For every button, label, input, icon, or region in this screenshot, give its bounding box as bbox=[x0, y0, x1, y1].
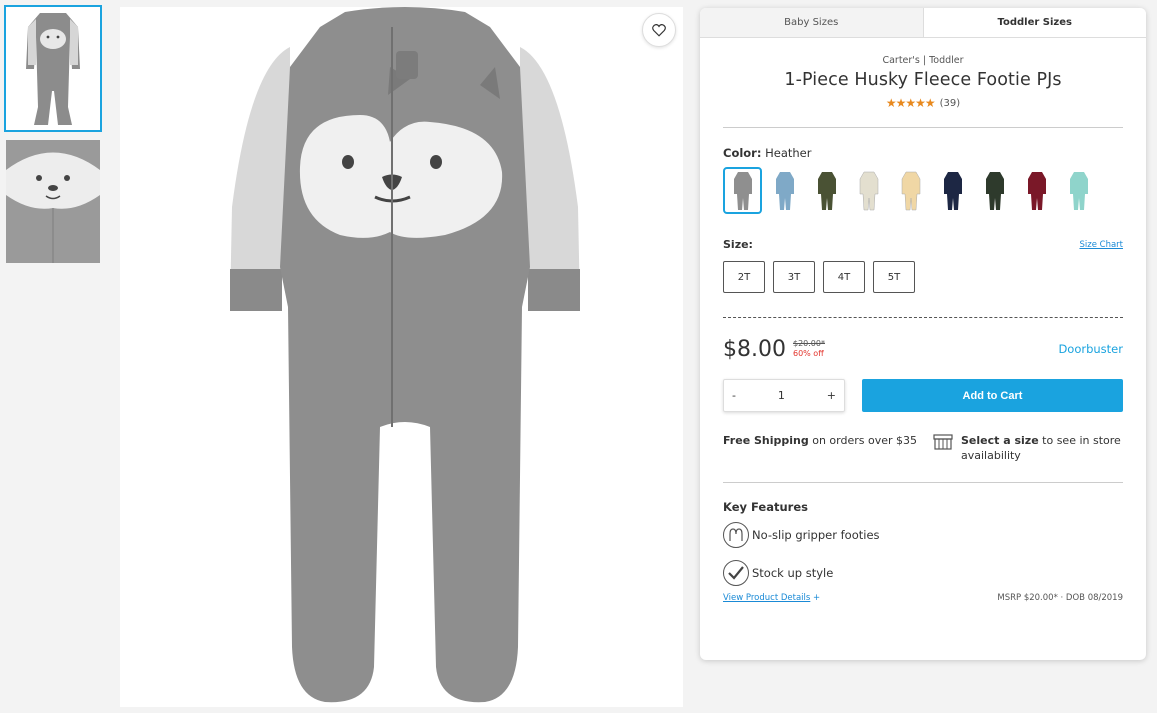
swatch-pj-icon bbox=[1027, 171, 1046, 210]
swatch-pj-icon bbox=[859, 171, 878, 210]
thumbnail-closeup[interactable] bbox=[6, 140, 100, 263]
discount-percent: 60% off bbox=[792, 349, 824, 358]
quantity-increase-button[interactable]: + bbox=[827, 389, 836, 402]
husky-footie-pj-image bbox=[230, 7, 580, 703]
panel-footer: View Product Details + MSRP $20.00* · DO… bbox=[723, 593, 1123, 603]
size-header: Size: Size Chart bbox=[723, 238, 1123, 251]
main-product-image bbox=[120, 7, 683, 707]
product-panel: Baby Sizes Toddler Sizes Carter's | Todd… bbox=[700, 8, 1146, 660]
feature-gripper-footies: No-slip gripper footies bbox=[723, 522, 1123, 548]
view-product-details-link[interactable]: View Product Details + bbox=[723, 593, 820, 603]
quantity-decrease-button[interactable]: - bbox=[732, 389, 736, 402]
swatch-navy[interactable] bbox=[933, 167, 972, 214]
add-to-cart-button[interactable]: Add to Cart bbox=[862, 379, 1123, 412]
review-count: (39) bbox=[939, 97, 961, 109]
swatch-mint[interactable] bbox=[1059, 167, 1098, 214]
quantity-stepper: - 1 + bbox=[723, 379, 845, 412]
free-shipping-info: Free Shipping on orders over $35 bbox=[723, 433, 923, 463]
original-price: $20.00* bbox=[792, 339, 825, 348]
store-label: Select a size bbox=[961, 434, 1039, 447]
footprint-icon bbox=[723, 522, 749, 548]
product-brand: Carter's | Toddler bbox=[882, 55, 964, 66]
feature-label: No-slip gripper footies bbox=[752, 528, 880, 542]
product-title: 1-Piece Husky Fleece Footie PJs bbox=[784, 70, 1062, 90]
color-label: Color: Heather bbox=[723, 146, 812, 160]
free-shipping-label: Free Shipping bbox=[723, 434, 809, 447]
size-option-4t[interactable]: 4T bbox=[823, 261, 865, 293]
favorite-button[interactable] bbox=[642, 13, 676, 47]
original-price-block: $20.00* 60% off bbox=[793, 339, 825, 359]
swatch-heather[interactable] bbox=[723, 167, 762, 214]
swatch-burgundy[interactable] bbox=[1017, 167, 1056, 214]
tab-toddler-sizes[interactable]: Toddler Sizes bbox=[922, 8, 1146, 37]
feature-stock-up: Stock up style bbox=[723, 560, 1123, 586]
size-option-2t[interactable]: 2T bbox=[723, 261, 765, 293]
current-price: $8.00 bbox=[723, 336, 786, 362]
size-label: Size: bbox=[723, 238, 753, 251]
msrp-info: MSRP $20.00* · DOB 08/2019 bbox=[997, 593, 1123, 603]
divider bbox=[723, 482, 1123, 483]
checkmark-icon bbox=[723, 560, 749, 586]
tab-baby-sizes[interactable]: Baby Sizes bbox=[700, 8, 923, 37]
swatch-pj-icon bbox=[775, 171, 794, 210]
swatch-camo[interactable] bbox=[807, 167, 846, 214]
cart-row: - 1 + Add to Cart bbox=[723, 379, 1123, 412]
doorbuster-badge: Doorbuster bbox=[1058, 342, 1123, 356]
swatch-blue[interactable] bbox=[765, 167, 804, 214]
store-icon bbox=[933, 434, 953, 450]
thumbnail-full-view[interactable] bbox=[4, 5, 102, 132]
swatch-pj-icon bbox=[817, 171, 836, 210]
plus-icon: + bbox=[813, 593, 821, 603]
price-row: $8.00 $20.00* 60% off Doorbuster bbox=[723, 334, 1123, 364]
thumbnail-list bbox=[4, 5, 104, 273]
pj-thumbnail-image bbox=[6, 7, 100, 130]
swatch-pj-icon bbox=[733, 171, 752, 210]
store-availability[interactable]: Select a size to see in store availabili… bbox=[933, 433, 1123, 463]
swatch-pj-icon bbox=[943, 171, 962, 210]
swatch-multi[interactable] bbox=[891, 167, 930, 214]
size-range-tabs: Baby Sizes Toddler Sizes bbox=[700, 8, 1146, 38]
feature-label: Stock up style bbox=[752, 566, 834, 580]
free-shipping-text: on orders over $35 bbox=[808, 434, 918, 447]
quantity-value[interactable]: 1 bbox=[778, 389, 785, 402]
size-option-3t[interactable]: 3T bbox=[773, 261, 815, 293]
swatch-pj-icon bbox=[985, 171, 1004, 210]
size-chart-link[interactable]: Size Chart bbox=[1079, 240, 1123, 250]
product-rating[interactable]: ★★★★★ (39) bbox=[723, 96, 1123, 110]
size-option-5t[interactable]: 5T bbox=[873, 261, 915, 293]
pj-closeup-image bbox=[6, 140, 100, 263]
selected-color: Heather bbox=[765, 146, 812, 160]
star-rating-icons: ★★★★★ bbox=[885, 96, 936, 110]
swatch-pj-icon bbox=[1069, 171, 1088, 210]
color-swatches bbox=[723, 167, 1123, 214]
swatch-pj-icon bbox=[901, 171, 920, 210]
key-features-title: Key Features bbox=[723, 500, 808, 514]
size-options: 2T 3T 4T 5T bbox=[723, 261, 1123, 293]
divider bbox=[723, 127, 1123, 128]
swatch-dark-green[interactable] bbox=[975, 167, 1014, 214]
shipping-info: Free Shipping on orders over $35 Select … bbox=[723, 433, 1123, 463]
heart-icon bbox=[652, 23, 666, 37]
dashed-divider bbox=[723, 317, 1123, 318]
swatch-cream[interactable] bbox=[849, 167, 888, 214]
